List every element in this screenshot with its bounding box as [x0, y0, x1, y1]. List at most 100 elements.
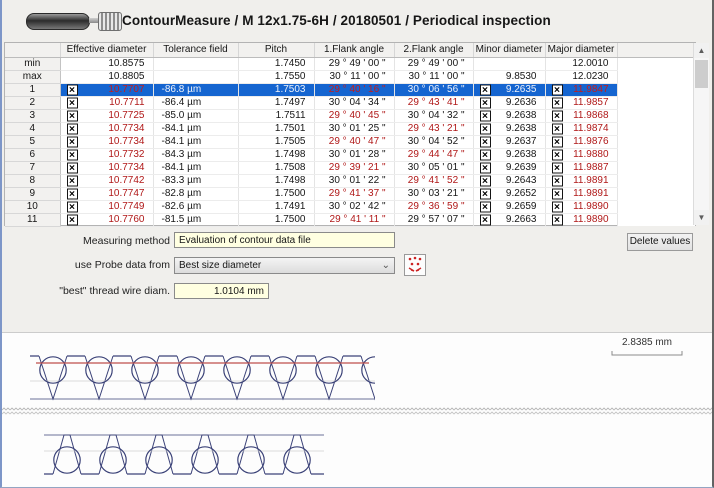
cell-minor[interactable]: [473, 57, 545, 70]
measured-checkbox[interactable]: ✕: [67, 136, 78, 147]
measured-checkbox[interactable]: ✕: [480, 188, 491, 199]
cell-flank1[interactable]: 30 ° 11 ' 00 ": [314, 70, 394, 83]
row-label[interactable]: 6: [5, 148, 60, 161]
cell-major[interactable]: ✕11.9876: [545, 135, 617, 148]
scrollbar-thumb[interactable]: [695, 60, 708, 88]
probe-points-button[interactable]: [404, 254, 426, 276]
cell-major[interactable]: ✕11.9868: [545, 109, 617, 122]
measured-checkbox[interactable]: ✕: [552, 97, 563, 108]
measured-checkbox[interactable]: ✕: [67, 123, 78, 134]
cell-flank1[interactable]: 30 ° 01 ' 28 ": [314, 148, 394, 161]
cell-minor[interactable]: ✕9.2638: [473, 109, 545, 122]
cell-flank2[interactable]: 29 ° 57 ' 07 ": [394, 213, 473, 226]
measured-checkbox[interactable]: ✕: [67, 97, 78, 108]
cell-major[interactable]: 12.0010: [545, 57, 617, 70]
cell-flank1[interactable]: 29 ° 40 ' 16 ": [314, 83, 394, 96]
cell-pitch[interactable]: 1.7511: [238, 109, 314, 122]
cell-effective[interactable]: ✕10.7747: [60, 187, 153, 200]
measured-checkbox[interactable]: ✕: [480, 136, 491, 147]
cell-minor[interactable]: ✕9.2659: [473, 200, 545, 213]
measured-checkbox[interactable]: ✕: [480, 149, 491, 160]
measured-checkbox[interactable]: ✕: [480, 97, 491, 108]
cell-flank2[interactable]: 30 ° 05 ' 01 ": [394, 161, 473, 174]
column-header[interactable]: 1.Flank angle: [314, 43, 394, 57]
cell-pitch[interactable]: 1.7491: [238, 200, 314, 213]
cell-flank2[interactable]: 29 ° 44 ' 47 ": [394, 148, 473, 161]
column-header[interactable]: Tolerance field: [153, 43, 238, 57]
measured-checkbox[interactable]: ✕: [552, 162, 563, 173]
cell-flank1[interactable]: 29 ° 39 ' 21 ": [314, 161, 394, 174]
cell-major[interactable]: ✕11.9880: [545, 148, 617, 161]
table-row[interactable]: 4✕10.7734-84.1 µm1.750130 ° 01 ' 25 "29 …: [5, 122, 695, 135]
cell-flank2[interactable]: 30 ° 11 ' 00 ": [394, 70, 473, 83]
cell-major[interactable]: ✕11.9890: [545, 213, 617, 226]
row-label[interactable]: 4: [5, 122, 60, 135]
table-row[interactable]: 6✕10.7732-84.3 µm1.749830 ° 01 ' 28 "29 …: [5, 148, 695, 161]
cell-pitch[interactable]: 1.7503: [238, 83, 314, 96]
cell-tolerance[interactable]: -85.0 µm: [153, 109, 238, 122]
cell-flank1[interactable]: 29 ° 40 ' 45 ": [314, 109, 394, 122]
cell-flank2[interactable]: 29 ° 41 ' 52 ": [394, 174, 473, 187]
cell-tolerance[interactable]: [153, 57, 238, 70]
cell-effective[interactable]: ✕10.7749: [60, 200, 153, 213]
scroll-up-icon[interactable]: ▲: [694, 43, 709, 58]
measured-checkbox[interactable]: ✕: [552, 201, 563, 212]
row-label[interactable]: 5: [5, 135, 60, 148]
row-label[interactable]: min: [5, 57, 60, 70]
row-label[interactable]: 9: [5, 187, 60, 200]
cell-major[interactable]: ✕11.9857: [545, 96, 617, 109]
cell-major[interactable]: ✕11.9874: [545, 122, 617, 135]
cell-major[interactable]: ✕11.9887: [545, 161, 617, 174]
cell-pitch[interactable]: 1.7508: [238, 161, 314, 174]
cell-effective[interactable]: ✕10.7732: [60, 148, 153, 161]
measured-checkbox[interactable]: ✕: [480, 201, 491, 212]
measured-checkbox[interactable]: ✕: [552, 175, 563, 186]
measured-checkbox[interactable]: ✕: [480, 214, 491, 225]
cell-minor[interactable]: ✕9.2638: [473, 122, 545, 135]
cell-minor[interactable]: ✕9.2637: [473, 135, 545, 148]
cell-flank2[interactable]: 29 ° 43 ' 21 ": [394, 122, 473, 135]
cell-flank1[interactable]: 29 ° 41 ' 37 ": [314, 187, 394, 200]
cell-flank2[interactable]: 30 ° 06 ' 56 ": [394, 83, 473, 96]
cell-tolerance[interactable]: -84.1 µm: [153, 122, 238, 135]
measured-checkbox[interactable]: ✕: [480, 162, 491, 173]
cell-flank2[interactable]: 30 ° 03 ' 21 ": [394, 187, 473, 200]
measured-checkbox[interactable]: ✕: [552, 188, 563, 199]
measured-checkbox[interactable]: ✕: [67, 214, 78, 225]
cell-flank2[interactable]: 30 ° 04 ' 32 ": [394, 109, 473, 122]
cell-tolerance[interactable]: -82.8 µm: [153, 187, 238, 200]
cell-pitch[interactable]: 1.7498: [238, 174, 314, 187]
cell-effective[interactable]: ✕10.7760: [60, 213, 153, 226]
row-label[interactable]: 11: [5, 213, 60, 226]
measured-checkbox[interactable]: ✕: [480, 123, 491, 134]
cell-flank1[interactable]: 29 ° 40 ' 47 ": [314, 135, 394, 148]
cell-flank1[interactable]: 29 ° 41 ' 11 ": [314, 213, 394, 226]
cell-effective[interactable]: 10.8805: [60, 70, 153, 83]
cell-tolerance[interactable]: -84.1 µm: [153, 135, 238, 148]
cell-tolerance[interactable]: -86.8 µm: [153, 83, 238, 96]
cell-tolerance[interactable]: -84.3 µm: [153, 148, 238, 161]
measured-checkbox[interactable]: ✕: [552, 214, 563, 225]
cell-major[interactable]: ✕11.9891: [545, 187, 617, 200]
cell-minor[interactable]: 9.8530: [473, 70, 545, 83]
cell-tolerance[interactable]: -83.3 µm: [153, 174, 238, 187]
column-header[interactable]: 2.Flank angle: [394, 43, 473, 57]
cell-minor[interactable]: ✕9.2652: [473, 187, 545, 200]
measured-checkbox[interactable]: ✕: [480, 84, 491, 95]
cell-effective[interactable]: ✕10.7707: [60, 83, 153, 96]
scroll-down-icon[interactable]: ▼: [694, 210, 709, 225]
cell-major[interactable]: 12.0230: [545, 70, 617, 83]
cell-flank1[interactable]: 29 ° 49 ' 00 ": [314, 57, 394, 70]
cell-flank1[interactable]: 30 ° 01 ' 25 ": [314, 122, 394, 135]
cell-pitch[interactable]: 1.7505: [238, 135, 314, 148]
cell-pitch[interactable]: 1.7550: [238, 70, 314, 83]
row-label[interactable]: 1: [5, 83, 60, 96]
column-header[interactable]: Major diameter: [545, 43, 617, 57]
cell-effective[interactable]: ✕10.7711: [60, 96, 153, 109]
cell-effective[interactable]: ✕10.7734: [60, 135, 153, 148]
table-row[interactable]: 5✕10.7734-84.1 µm1.750529 ° 40 ' 47 "30 …: [5, 135, 695, 148]
column-header[interactable]: [5, 43, 60, 57]
table-row[interactable]: 7✕10.7734-84.1 µm1.750829 ° 39 ' 21 "30 …: [5, 161, 695, 174]
measured-checkbox[interactable]: ✕: [480, 110, 491, 121]
cell-minor[interactable]: ✕9.2635: [473, 83, 545, 96]
